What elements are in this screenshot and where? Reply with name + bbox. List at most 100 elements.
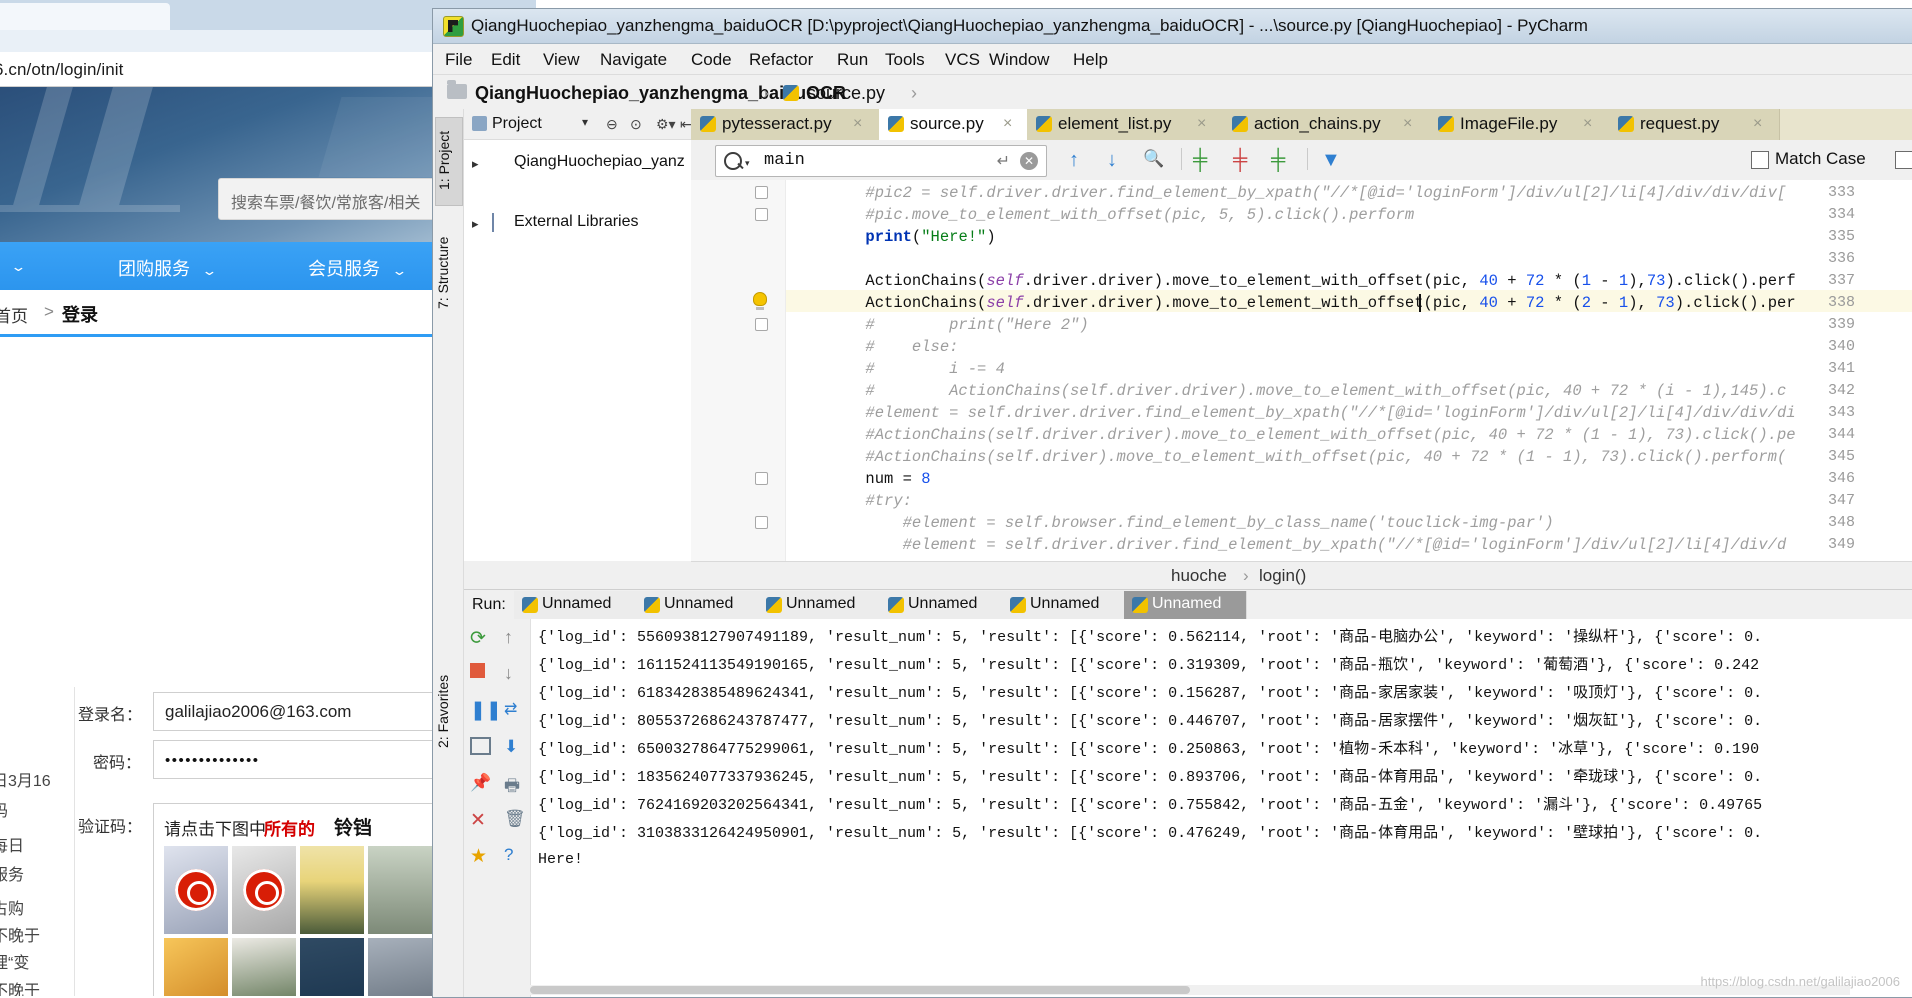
password-field[interactable]: ••••••••••••••	[153, 740, 445, 779]
menu-refactor[interactable]: Refactor	[749, 50, 813, 70]
captcha-widget[interactable]: 请点击下图中 所有的 铃铛	[153, 803, 438, 996]
match-case-label: Match Case	[1775, 149, 1866, 168]
run-tab-0[interactable]: Unnamed	[514, 591, 637, 619]
code-fold-icon[interactable]	[755, 516, 768, 529]
find-all-icon[interactable]: 🔍	[1143, 149, 1164, 169]
nav-crumb-left[interactable]: huoche	[1171, 566, 1227, 586]
close-icon[interactable]: ✕	[470, 809, 492, 831]
editor-tab-imagefile[interactable]: ImageFile.py ×	[1429, 109, 1610, 140]
close-icon[interactable]: ×	[1403, 115, 1412, 133]
scroll-to-end-icon[interactable]: ⬇	[504, 737, 526, 759]
close-icon[interactable]: ×	[1003, 115, 1012, 133]
code-fold-icon[interactable]	[755, 208, 768, 221]
menu-run[interactable]: Run	[837, 50, 868, 70]
tool-tab-structure[interactable]: 7: Structure	[435, 225, 461, 321]
collapse-all-icon[interactable]: ⊖	[606, 116, 618, 133]
chevron-down-icon[interactable]: ▾	[745, 158, 750, 169]
close-icon[interactable]: ×	[1583, 115, 1592, 133]
menu-window[interactable]: Window	[989, 50, 1049, 70]
chevron-down-icon[interactable]: ▾	[582, 115, 588, 129]
close-icon[interactable]: ×	[1197, 115, 1206, 133]
print-icon[interactable]: 🖶	[504, 773, 526, 795]
run-tab-2[interactable]: Unnamed	[758, 591, 881, 619]
nav-item-1[interactable]: 团购服务 ⌄	[118, 255, 218, 281]
pin-icon[interactable]: 📌	[470, 773, 492, 795]
editor-tab-element-list[interactable]: element_list.py ×	[1027, 109, 1224, 140]
find-next-icon[interactable]: ↓	[1107, 149, 1117, 172]
breadcrumb-home[interactable]: 首页	[0, 302, 28, 327]
console-output[interactable]: {'log_id': 5560938127907491189, 'result_…	[530, 619, 1912, 997]
run-tab-4[interactable]: Unnamed	[1002, 591, 1125, 619]
help-icon[interactable]: ?	[504, 845, 526, 867]
breadcrumb-file[interactable]: source.py	[807, 83, 885, 104]
rerun-icon[interactable]: ⟳	[470, 627, 492, 649]
tree-item-external-libraries[interactable]: ▸ External Libraries	[464, 208, 691, 238]
menu-navigate[interactable]: Navigate	[600, 50, 667, 70]
nav-item-2[interactable]: 会员服务 ⌄	[308, 255, 408, 281]
stop-icon[interactable]	[470, 663, 492, 685]
words-checkbox[interactable]	[1895, 151, 1912, 169]
hide-panel-icon[interactable]: ⇤	[680, 116, 692, 133]
captcha-cell[interactable]	[300, 938, 364, 996]
tree-item-project-root[interactable]: ▸ QiangHuochepiao_yanz	[464, 148, 691, 178]
select-all-occurrences-icon[interactable]: ╪	[1271, 149, 1285, 172]
console-horizontal-scrollbar[interactable]	[530, 985, 1850, 995]
run-tab-3[interactable]: Unnamed	[880, 591, 1003, 619]
captcha-cell[interactable]	[164, 846, 228, 934]
soft-wrap-icon[interactable]: ⇄	[504, 699, 526, 721]
pause-icon[interactable]: ❚❚	[470, 699, 502, 721]
nav-crumb-right[interactable]: login()	[1259, 566, 1306, 586]
menu-edit[interactable]: Edit	[491, 50, 520, 70]
text-caret	[1419, 294, 1421, 312]
expand-arrow-icon[interactable]: ▸	[472, 216, 479, 232]
captcha-cell[interactable]	[164, 938, 228, 996]
folder-icon	[447, 80, 467, 99]
clear-all-icon[interactable]: 🗑	[504, 809, 526, 831]
editor-tab-request[interactable]: request.py ×	[1609, 109, 1780, 140]
captcha-image-grid[interactable]	[164, 846, 432, 996]
tool-tab-favorites[interactable]: 2: Favorites	[435, 659, 461, 763]
editor-tab-source[interactable]: source.py ×	[879, 109, 1028, 140]
menu-help[interactable]: Help	[1073, 50, 1108, 70]
intention-bulb-icon[interactable]	[751, 292, 769, 310]
close-icon[interactable]: ×	[1753, 115, 1762, 133]
menu-file[interactable]: File	[445, 50, 472, 70]
captcha-cell[interactable]	[300, 846, 364, 934]
captcha-cell[interactable]	[232, 846, 296, 934]
search-input[interactable]: ▾ main ↵ ✕	[715, 145, 1047, 177]
locate-icon[interactable]: ⊙	[630, 116, 642, 133]
close-icon[interactable]: ×	[853, 115, 862, 133]
nav-item-0[interactable]: ⌄	[4, 255, 26, 276]
remove-selection-icon[interactable]: ╪	[1233, 149, 1247, 172]
notice-4: 占购	[0, 901, 25, 918]
favorite-star-icon[interactable]: ★	[470, 845, 492, 867]
close-icon[interactable]: ✕	[1020, 152, 1038, 170]
match-case-checkbox[interactable]	[1751, 151, 1769, 169]
expand-arrow-icon[interactable]: ▸	[472, 156, 479, 172]
code-fold-icon[interactable]	[755, 186, 768, 199]
menu-view[interactable]: View	[543, 50, 580, 70]
run-tab-5-selected[interactable]: Unnamed	[1124, 591, 1247, 619]
console-view-icon[interactable]	[470, 737, 492, 759]
captcha-cell[interactable]	[368, 846, 432, 934]
scroll-down-icon[interactable]: ↓	[504, 663, 526, 685]
username-field[interactable]: galilajiao2006@163.com	[153, 692, 445, 731]
code-editor[interactable]: 333 334 335 336 337 338 339 340 341 342 …	[691, 180, 1912, 561]
browser-tab[interactable]	[0, 3, 170, 30]
settings-gear-icon[interactable]: ⚙▾	[656, 116, 676, 133]
menu-tools[interactable]: Tools	[885, 50, 925, 70]
add-selection-icon[interactable]: ╪	[1193, 149, 1207, 172]
find-previous-icon[interactable]: ↑	[1069, 149, 1079, 172]
code-fold-icon[interactable]	[755, 318, 768, 331]
run-tab-1[interactable]: Unnamed	[636, 591, 759, 619]
scroll-up-icon[interactable]: ↑	[504, 627, 526, 649]
tool-tab-project[interactable]: 1: Project	[435, 117, 463, 206]
menu-code[interactable]: Code	[691, 50, 732, 70]
captcha-cell[interactable]	[232, 938, 296, 996]
editor-tab-pytesseract[interactable]: pytesseract.py ×	[691, 109, 880, 140]
editor-tab-action-chains[interactable]: action_chains.py ×	[1223, 109, 1430, 140]
code-fold-icon[interactable]	[755, 472, 768, 485]
captcha-cell[interactable]	[368, 938, 432, 996]
menu-vcs[interactable]: VCS	[945, 50, 980, 70]
filter-icon[interactable]: ▼	[1321, 149, 1341, 172]
